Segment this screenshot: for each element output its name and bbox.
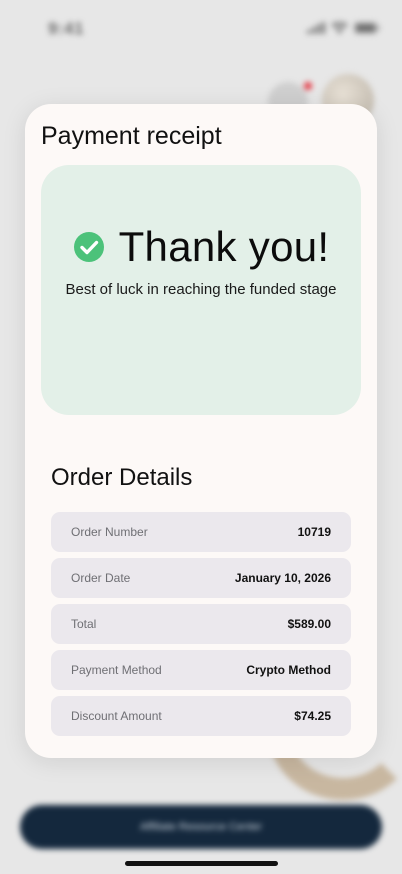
modal-title: Payment receipt <box>41 122 222 150</box>
detail-value: $74.25 <box>294 709 331 723</box>
battery-icon <box>354 22 380 34</box>
detail-row-payment-method: Payment Method Crypto Method <box>51 650 351 690</box>
detail-value: January 10, 2026 <box>234 571 331 585</box>
notification-dot <box>304 82 312 90</box>
detail-row-discount-amount: Discount Amount $74.25 <box>51 696 351 736</box>
order-details-title: Order Details <box>51 464 193 491</box>
thank-you-row: Thank you! <box>41 223 361 271</box>
thank-you-message: Best of luck in reaching the funded stag… <box>65 281 337 298</box>
order-details-list: Order Number 10719 Order Date January 10… <box>51 512 351 736</box>
detail-value: 10719 <box>297 525 331 539</box>
detail-row-order-date: Order Date January 10, 2026 <box>51 558 351 598</box>
home-indicator[interactable] <box>125 861 278 866</box>
detail-value: $589.00 <box>287 617 331 631</box>
detail-row-total: Total $589.00 <box>51 604 351 644</box>
detail-label: Order Number <box>71 525 148 539</box>
status-time: 9:41 <box>48 19 85 38</box>
affiliate-resource-button[interactable]: Affiliate Resource Center <box>20 805 382 849</box>
status-bar: 9:41 <box>0 0 402 60</box>
detail-row-order-number: Order Number 10719 <box>51 512 351 552</box>
check-circle-icon <box>73 232 104 262</box>
signal-icon <box>307 22 325 34</box>
thank-you-card: Thank you! Best of luck in reaching the … <box>41 165 361 415</box>
detail-value: Crypto Method <box>246 663 331 677</box>
detail-label: Order Date <box>71 571 131 585</box>
payment-receipt-modal: Payment receipt Thank you! Best of luck … <box>25 104 377 758</box>
detail-label: Discount Amount <box>71 709 162 723</box>
detail-label: Payment Method <box>71 663 162 677</box>
thank-you-heading: Thank you! <box>118 223 330 270</box>
wifi-icon <box>331 22 348 34</box>
detail-label: Total <box>71 617 97 631</box>
status-icons <box>307 22 380 34</box>
